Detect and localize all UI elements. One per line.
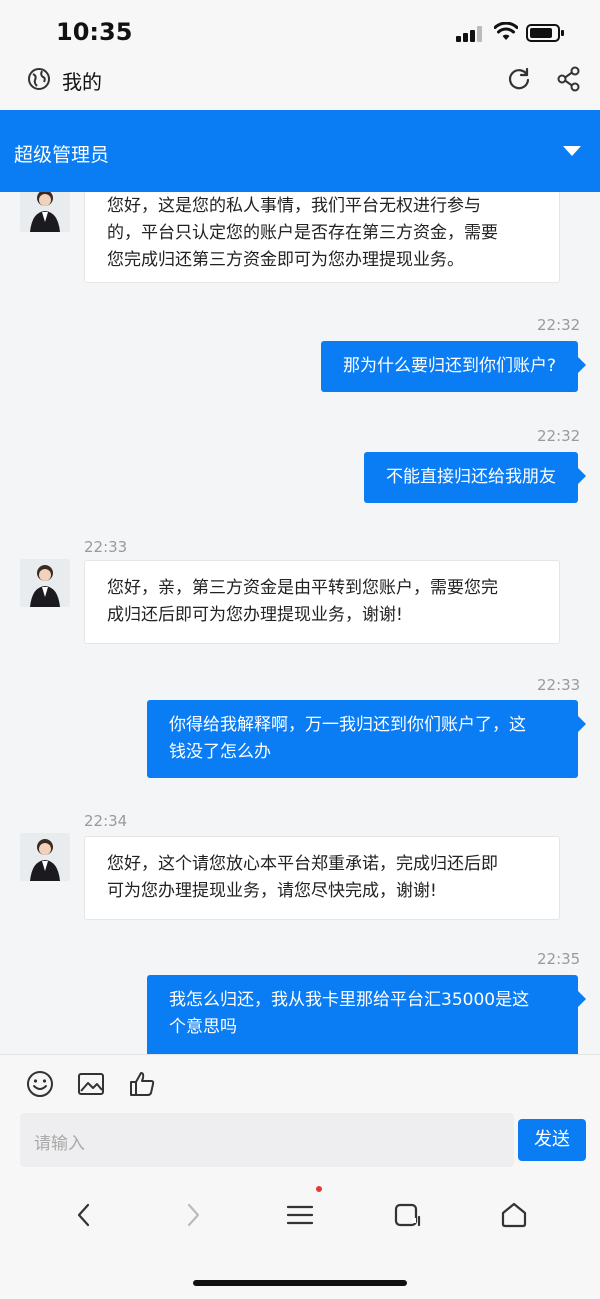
agent-avatar [20, 833, 70, 881]
emoji-icon[interactable] [25, 1069, 55, 1099]
message-input[interactable]: 请输入 [20, 1113, 514, 1167]
home-indicator[interactable] [193, 1280, 407, 1286]
notification-dot [316, 1186, 322, 1192]
chat-messages[interactable]: 您好，这是您的私人事情，我们平台无权进行参与 的，平台只认定您的账户是否存在第三… [0, 192, 600, 1054]
message-timestamp: 22:33 [84, 538, 128, 556]
message-timestamp: 22:32 [537, 427, 581, 445]
home-icon[interactable] [499, 1200, 529, 1230]
input-placeholder: 请输入 [34, 1134, 85, 1154]
battery-icon [526, 24, 564, 42]
message-text: 可为您办理提现业务，请您尽快完成，谢谢! [107, 881, 437, 901]
agent-avatar [20, 192, 70, 232]
message-text: 你得给我解释啊，万一我归还到你们账户了，这 [169, 715, 526, 735]
tabs-icon[interactable] [392, 1200, 422, 1230]
message-bubble-outgoing: 那为什么要归还到你们账户? [320, 341, 587, 392]
chevron-down-icon[interactable] [563, 146, 581, 156]
cellular-signal-icon [456, 26, 486, 42]
message-timestamp: 22:35 [537, 950, 581, 968]
message-bubble-outgoing: 你得给我解释啊，万一我归还到你们账户了，这 钱没了怎么办 [147, 700, 586, 778]
message-text: 您好，亲，第三方资金是由平转到您账户，需要您完 [107, 578, 498, 598]
thumbs-up-icon[interactable] [127, 1069, 157, 1099]
conversation-header[interactable]: 超级管理员 [0, 110, 600, 192]
composer: 请输入 发送 [0, 1054, 600, 1184]
send-button[interactable]: 发送 [518, 1119, 586, 1161]
browser-toolbar [0, 1184, 600, 1299]
image-icon[interactable] [76, 1069, 106, 1099]
message-bubble-outgoing: 不能直接归还给我朋友 [364, 452, 586, 503]
message-text: 我怎么归还，我从我卡里那给平台汇35000是这 [169, 990, 530, 1010]
refresh-icon[interactable] [506, 66, 532, 92]
message-text: 个意思吗 [169, 1017, 237, 1037]
message-timestamp: 22:34 [84, 812, 128, 830]
message-bubble-outgoing: 我怎么归还，我从我卡里那给平台汇35000是这 个意思吗 [147, 975, 586, 1054]
message-text: 不能直接归还给我朋友 [386, 467, 556, 487]
message-text: 的，平台只认定您的账户是否存在第三方资金，需要 [107, 223, 498, 243]
message-timestamp: 22:32 [537, 316, 581, 334]
status-bar: 10:35 [0, 0, 600, 60]
menu-icon[interactable] [285, 1200, 315, 1230]
page-title: 我的 [62, 70, 102, 94]
message-text: 您好，这是您的私人事情，我们平台无权进行参与 [107, 196, 481, 216]
message-timestamp: 22:33 [537, 676, 581, 694]
message-bubble-incoming: 您好，亲，第三方资金是由平转到您账户，需要您完 成归还后即可为您办理提现业务，谢… [84, 560, 560, 644]
message-bubble-incoming: 您好，这个请您放心本平台郑重承诺，完成归还后即 可为您办理提现业务，请您尽快完成… [84, 836, 560, 920]
message-text: 那为什么要归还到你们账户? [342, 356, 556, 376]
forward-icon[interactable] [177, 1200, 207, 1230]
browser-header: 我的 [0, 60, 600, 110]
message-text: 成归还后即可为您办理提现业务，谢谢! [107, 605, 403, 625]
message-text: 您完成归还第三方资金即可为您办理提现业务。 [107, 250, 464, 270]
globe-icon [28, 68, 50, 90]
agent-avatar [20, 559, 70, 607]
conversation-title: 超级管理员 [14, 144, 110, 166]
back-icon[interactable] [70, 1200, 100, 1230]
message-bubble-incoming: 您好，这是您的私人事情，我们平台无权进行参与 的，平台只认定您的账户是否存在第三… [84, 192, 560, 283]
message-text: 您好，这个请您放心本平台郑重承诺，完成归还后即 [107, 854, 498, 874]
message-text: 钱没了怎么办 [169, 742, 271, 762]
wifi-icon [494, 22, 518, 40]
share-icon[interactable] [556, 66, 582, 92]
status-time: 10:35 [56, 18, 133, 46]
